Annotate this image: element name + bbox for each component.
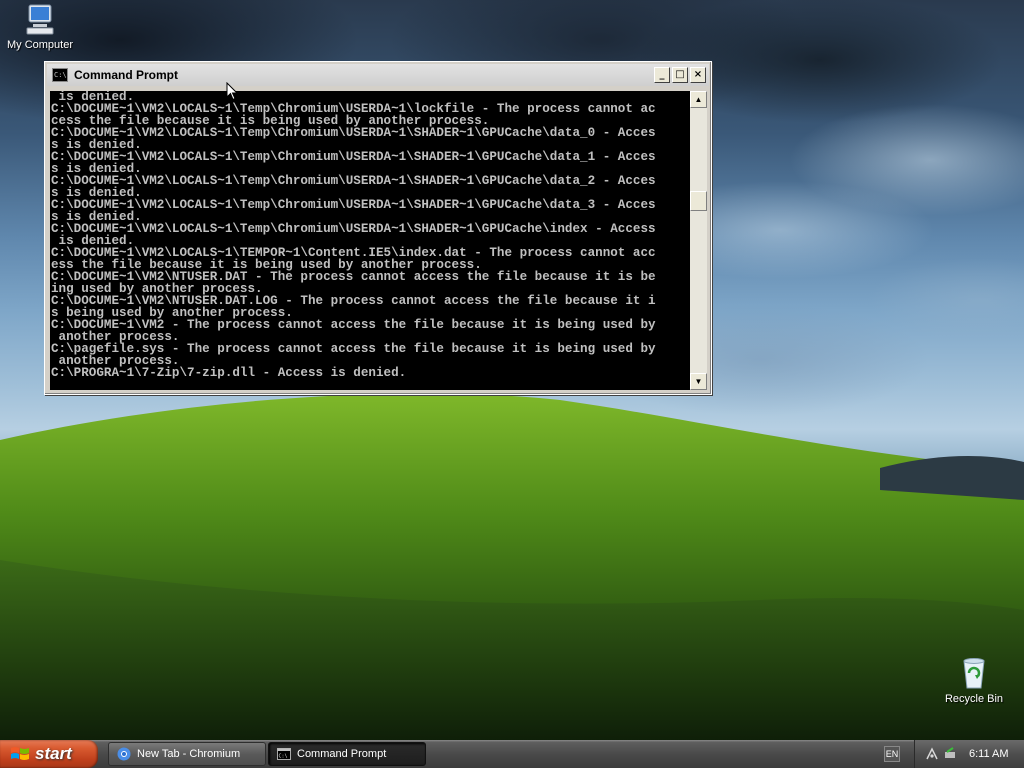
maximize-button[interactable]: □	[672, 67, 688, 83]
taskbar-item-label: New Tab - Chromium	[137, 748, 241, 760]
cmd-icon: C:\	[277, 748, 291, 760]
arrow-down-icon: ▼	[694, 377, 703, 386]
console-line: C:\DOCUME~1\VM2\LOCALS~1\Temp\Chromium\U…	[51, 198, 656, 212]
start-label: start	[35, 744, 72, 763]
desktop-icon-label: My Computer	[6, 39, 74, 51]
vertical-scrollbar[interactable]: ▲ ▼	[690, 91, 707, 390]
console-line: C:\DOCUME~1\VM2\LOCALS~1\Temp\Chromium\U…	[51, 126, 656, 140]
svg-text:C:\: C:\	[279, 754, 288, 760]
my-computer-icon	[26, 4, 54, 35]
command-prompt-window[interactable]: C:\ Command Prompt _ □ × is denied. C:\DO…	[44, 61, 712, 395]
taskbar: start New Tab - Chromium C:\ Command Pro…	[0, 740, 1024, 768]
recycle-bin-icon	[963, 658, 985, 689]
language-indicator[interactable]: EN	[884, 746, 900, 762]
console-line: C:\DOCUME~1\VM2\LOCALS~1\Temp\Chromium\U…	[51, 222, 656, 236]
arrow-up-icon: ▲	[694, 95, 703, 104]
windows-flag-icon	[11, 747, 29, 760]
taskbar-item-label: Command Prompt	[297, 748, 387, 760]
console-output[interactable]: is denied. C:\DOCUME~1\VM2\LOCALS~1\Temp\…	[50, 91, 690, 390]
close-button[interactable]: ×	[690, 67, 706, 83]
window-title: Command Prompt	[74, 68, 179, 82]
console-line: C:\DOCUME~1\VM2\LOCALS~1\Temp\Chromium\U…	[51, 174, 656, 188]
desktop-icon-my-computer[interactable]: My Computer	[0, 2, 80, 51]
scroll-thumb[interactable]	[690, 191, 707, 211]
desktop-icon-label: Recycle Bin	[944, 693, 1004, 705]
cmd-icon: C:\	[52, 68, 68, 82]
clock[interactable]: 6:11 AM	[969, 748, 1009, 760]
scroll-down-button[interactable]: ▼	[690, 373, 707, 390]
taskbar-item-chromium[interactable]: New Tab - Chromium	[108, 742, 266, 766]
network-icon[interactable]	[925, 747, 939, 761]
safely-remove-hardware-icon[interactable]	[943, 747, 957, 761]
console-line: C:\PROGRA~1\7-Zip\7-zip.dll - Access is …	[51, 366, 407, 380]
chromium-icon	[117, 747, 131, 761]
start-button[interactable]: start	[0, 740, 98, 768]
maximize-icon: □	[675, 69, 685, 80]
window-titlebar[interactable]: C:\ Command Prompt _ □ ×	[47, 64, 709, 86]
scroll-up-button[interactable]: ▲	[690, 91, 707, 108]
system-tray: 6:11 AM	[914, 740, 1024, 768]
mouse-cursor-icon	[226, 82, 238, 101]
close-icon: ×	[693, 69, 703, 80]
minimize-button[interactable]: _	[654, 67, 670, 83]
desktop-icon-recycle-bin[interactable]: Recycle Bin	[934, 656, 1014, 705]
console-text: is denied. C:\DOCUME~1\VM2\LOCALS~1\Temp\…	[50, 91, 690, 379]
console-line: C:\DOCUME~1\VM2\LOCALS~1\Temp\Chromium\U…	[51, 150, 656, 164]
minimize-icon: _	[659, 69, 665, 80]
taskbar-item-command-prompt[interactable]: C:\ Command Prompt	[268, 742, 426, 766]
